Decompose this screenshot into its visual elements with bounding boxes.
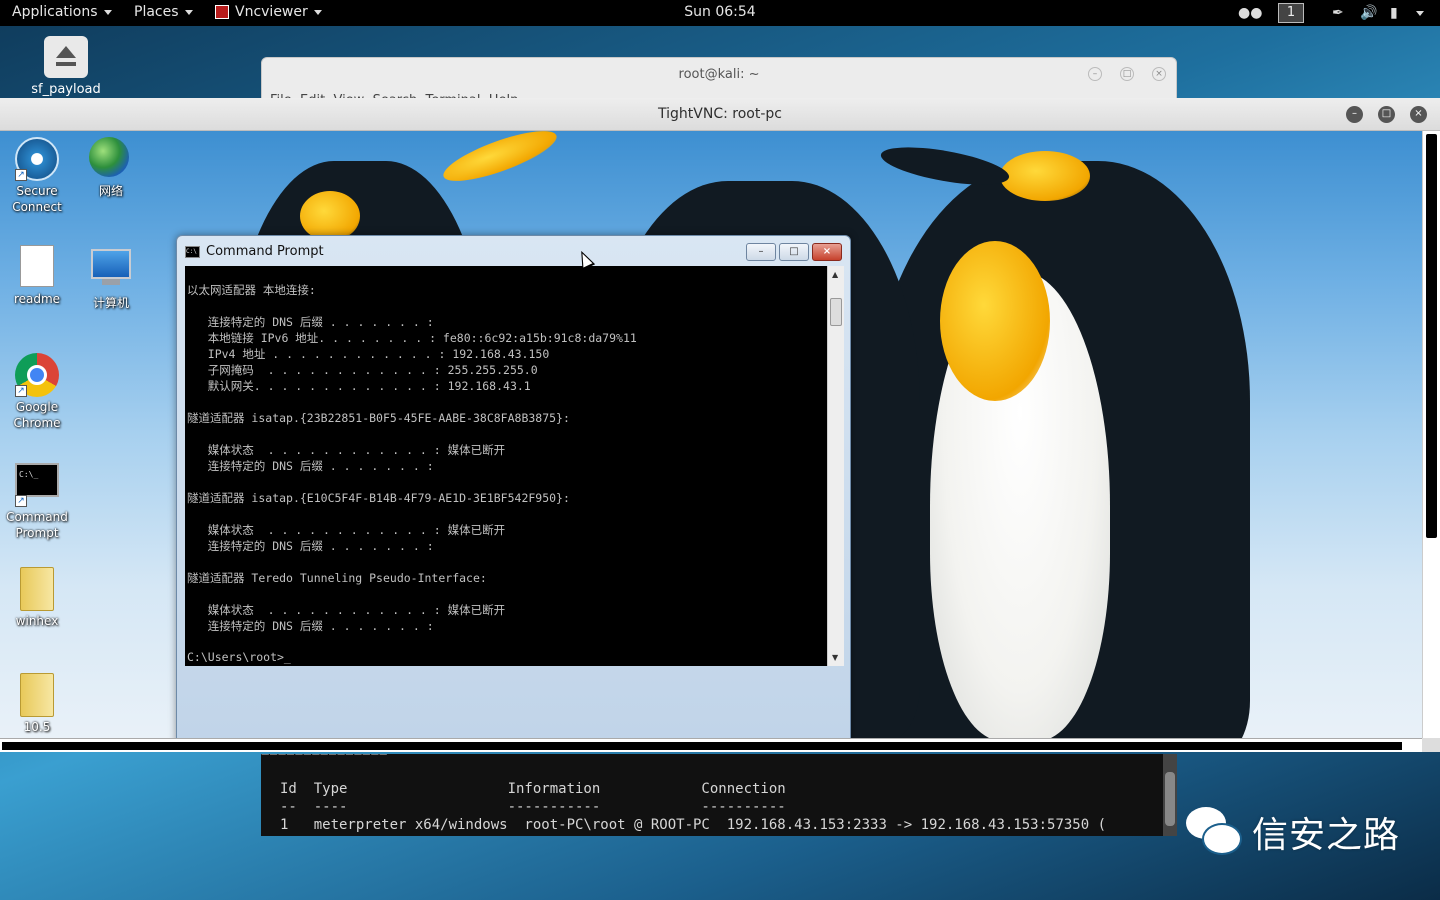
window-title: TightVNC: root-pc: [658, 106, 782, 122]
console-line: 隧道适配器 isatap.{E10C5F4F-B14B-4F79-AE1D-3E…: [187, 491, 570, 505]
terminal-line: 1 meterpreter x64/windows root-PC\root @…: [280, 817, 1107, 833]
console-line: 连接特定的 DNS 后缀 . . . . . . . :: [187, 539, 434, 553]
terminal-icon: C:\_ ↗: [15, 463, 59, 507]
console-line: IPv4 地址 . . . . . . . . . . . . : 192.16…: [187, 347, 550, 361]
scroll-thumb[interactable]: [1426, 134, 1437, 538]
console-line: 连接特定的 DNS 后缀 . . . . . . . :: [187, 619, 434, 633]
win-icon-10-5[interactable]: 10.5: [4, 673, 70, 735]
console-line: 媒体状态 . . . . . . . . . . . . : 媒体已断开: [187, 523, 506, 537]
eject-icon: [44, 36, 88, 78]
vnc-titlebar[interactable]: TightVNC: root-pc – □ ×: [0, 98, 1440, 131]
accessibility-icon[interactable]: ✒: [1332, 5, 1344, 21]
window-title: root@kali: ~: [678, 67, 760, 82]
cmd-app-icon: C:\: [185, 245, 200, 258]
terminal-line: ===============: [261, 754, 387, 761]
desktop-icon-sf-payload[interactable]: sf_payload: [20, 36, 112, 97]
folder-icon: [15, 567, 59, 611]
watermark: 信安之路: [1186, 806, 1400, 858]
console-line: 默认网关. . . . . . . . . . . . . : 192.168.…: [187, 379, 531, 393]
battery-icon[interactable]: ▮: [1390, 5, 1398, 21]
console-line: 本地链接 IPv6 地址. . . . . . . . : fe80::6c92…: [187, 331, 637, 345]
win-icon-google-chrome[interactable]: ↗ Google Chrome: [4, 353, 70, 431]
scroll-thumb[interactable]: [830, 298, 842, 326]
system-menu-chevron-icon[interactable]: [1416, 11, 1424, 16]
maximize-button[interactable]: □: [1120, 67, 1134, 81]
icon-label: winhex: [15, 614, 59, 628]
maximize-button[interactable]: □: [779, 243, 809, 261]
console-line: 连接特定的 DNS 后缀 . . . . . . . :: [187, 459, 434, 473]
scroll-down-icon[interactable]: ▼: [832, 653, 838, 662]
icon-label: Google Chrome: [13, 400, 61, 430]
close-button[interactable]: ×: [1152, 67, 1166, 81]
console-line: 以太网适配器 本地连接:: [187, 283, 316, 297]
users-icon[interactable]: ●●: [1238, 5, 1262, 21]
console-line: 隧道适配器 Teredo Tunneling Pseudo-Interface:: [187, 571, 487, 585]
terminal-line: -- ---- ----------- ----------: [280, 799, 786, 815]
icon-label: 计算机: [92, 296, 129, 310]
console-line: 连接特定的 DNS 后缀 . . . . . . . :: [187, 315, 434, 329]
scroll-up-icon[interactable]: ▲: [832, 270, 838, 279]
chrome-icon: ↗: [15, 353, 59, 397]
console-line: 媒体状态 . . . . . . . . . . . . : 媒体已断开: [187, 443, 506, 457]
workspace-indicator[interactable]: 1: [1278, 3, 1304, 23]
kali-terminal-window[interactable]: root@kali: ~ – □ × File Edit View Search…: [261, 57, 1177, 102]
wechat-logo-icon: [1186, 807, 1242, 857]
folder-icon: [15, 673, 59, 717]
console-line: 子网掩码 . . . . . . . . . . . . : 255.255.2…: [187, 363, 538, 377]
scroll-thumb[interactable]: [1165, 772, 1175, 826]
win-icon-command-prompt[interactable]: C:\_ ↗ Command Prompt: [4, 461, 70, 541]
vnc-horizontal-scrollbar[interactable]: [0, 738, 1422, 752]
close-button[interactable]: ×: [1410, 106, 1427, 123]
remote-desktop[interactable]: ↗ Secure Connect 网络 readme 计算机 ↗ Google …: [0, 131, 1422, 738]
win-icon-computer[interactable]: 计算机: [78, 245, 144, 311]
window-title: Command Prompt: [206, 244, 324, 259]
scrollbar-corner: [1422, 738, 1440, 752]
minimize-button[interactable]: –: [1346, 106, 1363, 123]
console-line: 隧道适配器 isatap.{23B22851-B0F5-45FE-AABE-38…: [187, 411, 570, 425]
terminal-line: Id Type Information Connection: [280, 781, 786, 797]
watermark-text: 信安之路: [1252, 815, 1401, 856]
minimize-button[interactable]: –: [1088, 67, 1102, 81]
win-icon-network[interactable]: 网络: [78, 137, 144, 199]
scroll-thumb[interactable]: [2, 742, 1402, 750]
top-bar: Applications Places Vncviewer Sun 06:54 …: [0, 0, 1440, 26]
clock[interactable]: Sun 06:54: [0, 4, 1440, 20]
icon-label: readme: [13, 292, 61, 306]
network-globe-icon: [89, 137, 133, 181]
vnc-vertical-scrollbar[interactable]: [1422, 131, 1440, 738]
command-prompt-window[interactable]: C:\ Command Prompt – □ × 以太网适配器 本地连接: 连接…: [176, 235, 851, 738]
desktop-icon-label: sf_payload: [31, 82, 101, 97]
tightvnc-window[interactable]: TightVNC: root-pc – □ × ↗ Secure Connect: [0, 98, 1440, 754]
secure-connect-icon: ↗: [15, 137, 59, 181]
icon-label: 网络: [98, 184, 123, 198]
console-output[interactable]: 以太网适配器 本地连接: 连接特定的 DNS 后缀 . . . . . . . …: [185, 266, 827, 666]
console-line: C:\Users\root>_: [187, 650, 291, 664]
cmd-titlebar[interactable]: C:\ Command Prompt: [185, 244, 324, 259]
cmd-scrollbar[interactable]: ▲ ▼: [827, 266, 844, 666]
text-file-icon: [15, 245, 59, 289]
win-icon-secure-connect[interactable]: ↗ Secure Connect: [4, 137, 70, 215]
msf-sessions-output[interactable]: =============== Id Type Information Conne…: [261, 754, 1177, 836]
icon-label: Secure Connect: [12, 184, 62, 214]
console-line: 媒体状态 . . . . . . . . . . . . : 媒体已断开: [187, 603, 506, 617]
computer-monitor-icon: [89, 249, 133, 293]
maximize-button[interactable]: □: [1378, 106, 1395, 123]
minimize-button[interactable]: –: [746, 243, 776, 261]
icon-label: Command Prompt: [6, 510, 68, 540]
close-button[interactable]: ×: [812, 243, 842, 261]
volume-icon[interactable]: 🔊: [1360, 5, 1377, 21]
win-icon-readme[interactable]: readme: [4, 245, 70, 307]
win-icon-winhex[interactable]: winhex: [4, 567, 70, 629]
msf-scrollbar[interactable]: [1163, 754, 1177, 836]
icon-label: 10.5: [23, 720, 51, 734]
